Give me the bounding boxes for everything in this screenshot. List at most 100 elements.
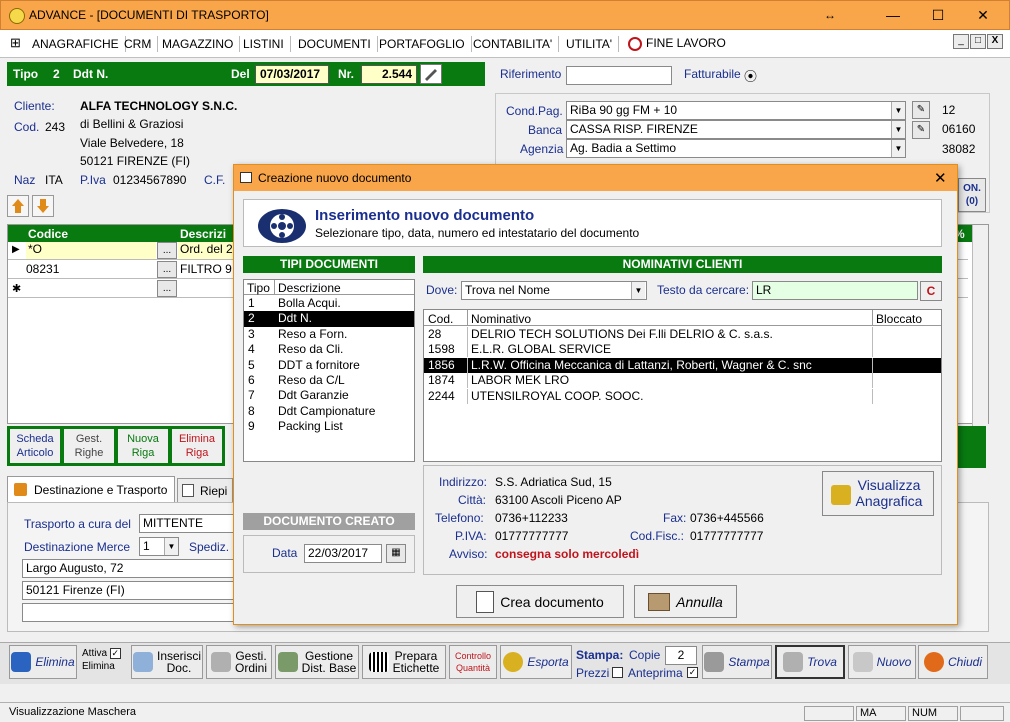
menu-listini[interactable]: LISTINI xyxy=(237,36,291,52)
document-types-list[interactable]: Tipo Descrizione 1 Bolla Acqui. 2 Ddt N. 3 Re… xyxy=(243,279,415,462)
testo-label: Testo da cercare: xyxy=(657,283,750,297)
client-row[interactable]: 28 DELRIO TECH SOLUTIONS Dei F.lli DELRIO… xyxy=(424,327,941,342)
dove-select[interactable]: Trova nel Nome xyxy=(461,281,647,300)
document-type-item[interactable]: 7 Ddt Garanzie xyxy=(244,388,414,403)
client-cod: 1874 xyxy=(428,373,455,388)
gest-righe-button[interactable]: Gest. Righe xyxy=(64,429,114,463)
tab-destinazione[interactable]: Destinazione e Trasporto xyxy=(7,476,175,502)
data-input[interactable]: 22/03/2017 xyxy=(304,544,382,563)
mdi-close-button[interactable]: X xyxy=(987,34,1003,49)
gesti-ordini-button[interactable]: Gesti. Ordini xyxy=(206,645,272,679)
minimize-button[interactable]: — xyxy=(878,5,908,25)
client-row[interactable]: 1874 LABOR MEK LRO xyxy=(424,373,941,389)
tab-riepilogo[interactable]: Riepi xyxy=(177,478,233,502)
trasporto-field[interactable]: MITTENTE xyxy=(139,514,239,533)
cf-label: C.F. xyxy=(204,173,226,187)
menu-fine-lavoro[interactable]: FINE LAVORO xyxy=(646,36,726,50)
type-number: 5 xyxy=(248,357,255,372)
scheda-articolo-button[interactable]: Scheda Articolo xyxy=(10,429,60,463)
lookup-icon[interactable]: ✎ xyxy=(912,101,930,119)
move-up-icon[interactable] xyxy=(7,195,29,217)
row-lookup-button[interactable]: ... xyxy=(157,242,177,259)
document-type-item[interactable]: 5 DDT a fornitore xyxy=(244,358,414,373)
agenzia-select[interactable]: Ag. Badia a Settimo xyxy=(566,139,906,158)
cond-pag-value: RiBa 90 gg FM + 10 xyxy=(570,103,678,117)
attiva-checkbox[interactable]: ✓ xyxy=(109,648,121,659)
document-type-item[interactable]: 6 Reso da C/L xyxy=(244,373,414,388)
row-lookup-button[interactable]: ... xyxy=(157,261,177,278)
nuova-riga-button[interactable]: Nuova Riga xyxy=(118,429,168,463)
menu-contabilita[interactable]: CONTABILITA' xyxy=(467,36,560,52)
riferimento-input[interactable] xyxy=(566,66,672,85)
chevron-down-icon[interactable]: ▼ xyxy=(891,121,905,138)
menu-magazzino[interactable]: MAGAZZINO xyxy=(156,36,241,52)
controllo-quantita-button[interactable]: Controllo Quantità xyxy=(449,645,497,679)
mdi-minimize-button[interactable]: _ xyxy=(953,34,969,49)
crea-documento-button[interactable]: Crea documento xyxy=(456,585,624,618)
client-cod: 1598 xyxy=(428,342,455,357)
visualizza-anagrafica-button[interactable]: Visualizza Anagrafica xyxy=(822,471,934,516)
chiudi-button[interactable]: Chiudi xyxy=(918,645,988,679)
esporta-button[interactable]: Esporta xyxy=(500,645,572,679)
descrizione-cell[interactable]: Ord. del 2 xyxy=(178,242,238,259)
document-type-item[interactable]: 4 Reso da Cli. xyxy=(244,342,414,357)
prepara-etichette-button[interactable]: Prepara Etichette xyxy=(362,645,446,679)
address-line3[interactable] xyxy=(22,603,238,622)
col-nominativo: Nominativo xyxy=(471,312,532,326)
chevron-down-icon[interactable]: ▼ xyxy=(631,282,645,299)
edit-number-icon[interactable] xyxy=(420,64,442,84)
address-line2[interactable]: 50121 Firenze (FI) xyxy=(22,581,238,600)
codice-cell[interactable]: 08231 xyxy=(26,262,59,276)
menu-grid-icon[interactable]: ⊞ xyxy=(10,35,21,51)
chevron-down-icon[interactable]: ▼ xyxy=(891,140,905,157)
close-button[interactable]: ✕ xyxy=(968,5,998,25)
menu-portafoglio[interactable]: PORTAFOGLIO xyxy=(373,36,472,52)
dialog-close-button[interactable]: ✕ xyxy=(934,169,947,187)
elimina-button[interactable]: Elimina xyxy=(9,645,77,679)
on-button[interactable]: ON. (0) xyxy=(958,178,986,212)
menu-crm[interactable]: CRM xyxy=(118,36,159,52)
menu-anagrafiche[interactable]: ANAGRAFICHE xyxy=(26,36,126,52)
nuovo-button[interactable]: Nuovo xyxy=(848,645,916,679)
anteprima-checkbox[interactable]: ✓ xyxy=(687,667,698,678)
lookup-icon[interactable]: ✎ xyxy=(912,121,930,139)
maximize-button[interactable]: ☐ xyxy=(923,5,953,25)
clear-search-button[interactable]: C xyxy=(920,281,942,301)
address-line1[interactable]: Largo Augusto, 72 xyxy=(22,559,238,578)
client-row[interactable]: 2244 UTENSILROYAL COOP. SOOC. xyxy=(424,388,941,404)
document-type-item[interactable]: 9 Packing List xyxy=(244,419,414,434)
gestione-dist-base-button[interactable]: Gestione Dist. Base xyxy=(275,645,359,679)
inserisci-doc-button[interactable]: Inserisci Doc. xyxy=(131,645,203,679)
document-type-item[interactable]: 8 Ddt Campionature xyxy=(244,404,414,419)
on-label: ON. xyxy=(963,183,981,194)
search-text-input[interactable]: LR xyxy=(752,281,918,300)
move-down-icon[interactable] xyxy=(32,195,54,217)
calendar-icon[interactable]: ▦ xyxy=(386,544,406,563)
copie-input[interactable]: 2 xyxy=(665,646,697,665)
document-type-item[interactable]: 2 Ddt N. xyxy=(244,311,414,327)
mdi-restore-button[interactable]: □ xyxy=(970,34,986,49)
descrizione-cell[interactable]: FILTRO 9 xyxy=(180,262,238,276)
annulla-button[interactable]: Annulla xyxy=(634,585,737,618)
document-number-field[interactable]: 2.544 xyxy=(361,65,417,84)
trova-button[interactable]: Trova xyxy=(775,645,845,679)
chevron-down-icon[interactable]: ▼ xyxy=(891,102,905,119)
document-type-item[interactable]: 3 Reso a Forn. xyxy=(244,327,414,342)
menu-utilita[interactable]: UTILITA' xyxy=(560,36,620,52)
banca-select[interactable]: CASSA RISP. FIRENZE xyxy=(566,120,906,139)
elimina-riga-button[interactable]: Elimina Riga xyxy=(172,429,222,463)
fatturabile-radio[interactable]: ⦿ xyxy=(744,66,757,85)
document-date-field[interactable]: 07/03/2017 xyxy=(255,65,329,84)
menu-documenti[interactable]: DOCUMENTI xyxy=(292,36,378,52)
resize-icon[interactable]: ↔ xyxy=(815,5,845,25)
document-type-item[interactable]: 1 Bolla Acqui. xyxy=(244,296,414,311)
prezzi-checkbox[interactable] xyxy=(612,667,623,678)
chevron-down-icon[interactable]: ▼ xyxy=(164,538,178,555)
row-lookup-button[interactable]: ... xyxy=(157,280,177,297)
stampa-button[interactable]: Stampa xyxy=(702,645,772,679)
client-row[interactable]: 1598 E.L.R. GLOBAL SERVICE xyxy=(424,342,941,358)
cond-pag-select[interactable]: RiBa 90 gg FM + 10 xyxy=(566,101,906,120)
client-row[interactable]: 1856 L.R.W. Officina Meccanica di Lattanz… xyxy=(424,357,941,374)
clients-table[interactable]: Cod. Nominativo Bloccato 28 DELRIO TECH S… xyxy=(423,309,942,462)
codice-cell[interactable]: *O xyxy=(26,242,156,259)
